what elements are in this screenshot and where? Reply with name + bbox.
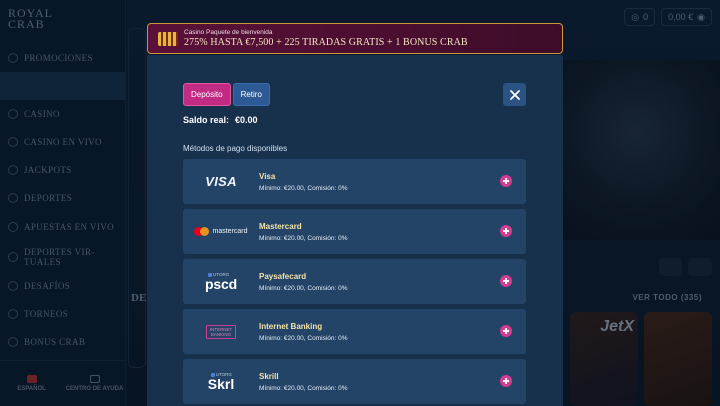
method-name: Internet Banking [259, 321, 323, 331]
real-balance: Saldo real: €0.00 [183, 115, 258, 125]
skrill-logo-text: Skrl [207, 376, 235, 392]
method-details: Mínimo: €20.00, Comisión: 0% [259, 284, 348, 292]
welcome-promo-banner[interactable]: Casino Paquete de bienvenida 275% HASTA … [147, 23, 563, 54]
balance-amount: €0.00 [235, 115, 258, 125]
method-details: Mínimo: €20.00, Comisión: 0% [259, 334, 348, 342]
mastercard-logo-text: mastercard [212, 228, 248, 235]
internet-banking-logo: INTERNET BANKING [183, 309, 259, 354]
method-name: Visa [259, 171, 276, 181]
plus-icon[interactable] [500, 375, 512, 387]
method-details: Mínimo: €20.00, Comisión: 0% [259, 384, 348, 392]
methods-heading: Métodos de pago disponibles [183, 144, 288, 153]
payment-method-visa[interactable]: VISA Visa Mínimo: €20.00, Comisión: 0% [183, 159, 526, 204]
method-details: Mínimo: €20.00, Comisión: 0% [259, 184, 348, 192]
paysafecard-logo: UTORG pscd [183, 259, 259, 304]
mastercard-logo: mastercard [183, 209, 259, 254]
treasure-chest-icon [158, 31, 178, 46]
plus-icon[interactable] [500, 275, 512, 287]
method-name: Skrill [259, 371, 279, 381]
method-name: Paysafecard [259, 271, 307, 281]
plus-icon[interactable] [500, 325, 512, 337]
tab-deposito[interactable]: Depósito [183, 83, 231, 106]
skrill-logo: UTORG Skrl [183, 359, 259, 404]
payment-method-skrill[interactable]: UTORG Skrl Skrill Mínimo: €20.00, Comisi… [183, 359, 526, 404]
internet-banking-logo-line2: BANKING [210, 331, 232, 337]
paysafecard-logo-text: pscd [205, 276, 237, 292]
close-icon [509, 89, 520, 100]
close-button[interactable] [503, 83, 526, 106]
plus-icon[interactable] [500, 175, 512, 187]
promo-subtitle: Casino Paquete de bienvenida [184, 29, 273, 36]
balance-label: Saldo real: [183, 115, 230, 125]
tab-retiro[interactable]: Retiro [232, 83, 270, 106]
method-name: Mastercard [259, 221, 302, 231]
mastercard-circles-icon [194, 227, 210, 236]
visa-logo: VISA [183, 159, 259, 204]
payment-method-internet-banking[interactable]: INTERNET BANKING Internet Banking Mínimo… [183, 309, 526, 354]
method-details: Mínimo: €20.00, Comisión: 0% [259, 234, 348, 242]
payment-method-paysafecard[interactable]: UTORG pscd Paysafecard Mínimo: €20.00, C… [183, 259, 526, 304]
plus-icon[interactable] [500, 225, 512, 237]
visa-logo-text: VISA [205, 174, 237, 189]
payment-methods-list: VISA Visa Mínimo: €20.00, Comisión: 0% m… [183, 159, 526, 406]
cashier-tabs: Depósito Retiro [183, 83, 270, 106]
payment-method-mastercard[interactable]: mastercard Mastercard Mínimo: €20.00, Co… [183, 209, 526, 254]
cashier-modal: Depósito Retiro Saldo real: €0.00 Método… [147, 55, 563, 406]
promo-title: 275% HASTA €7,500 + 225 TIRADAS GRATIS +… [184, 37, 468, 48]
